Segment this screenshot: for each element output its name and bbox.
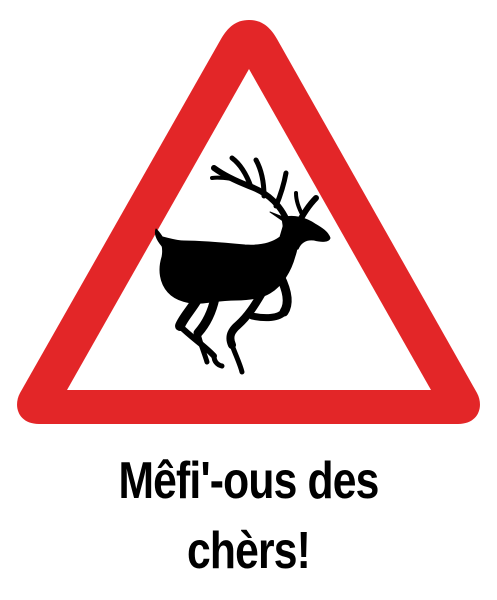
caption-line-2: chèrs!: [186, 522, 311, 580]
caption-line-1: Mêfi'-ous des: [118, 452, 379, 510]
sign-caption: Mêfi'-ous des chèrs!: [45, 446, 453, 586]
warning-sign: [17, 20, 480, 424]
